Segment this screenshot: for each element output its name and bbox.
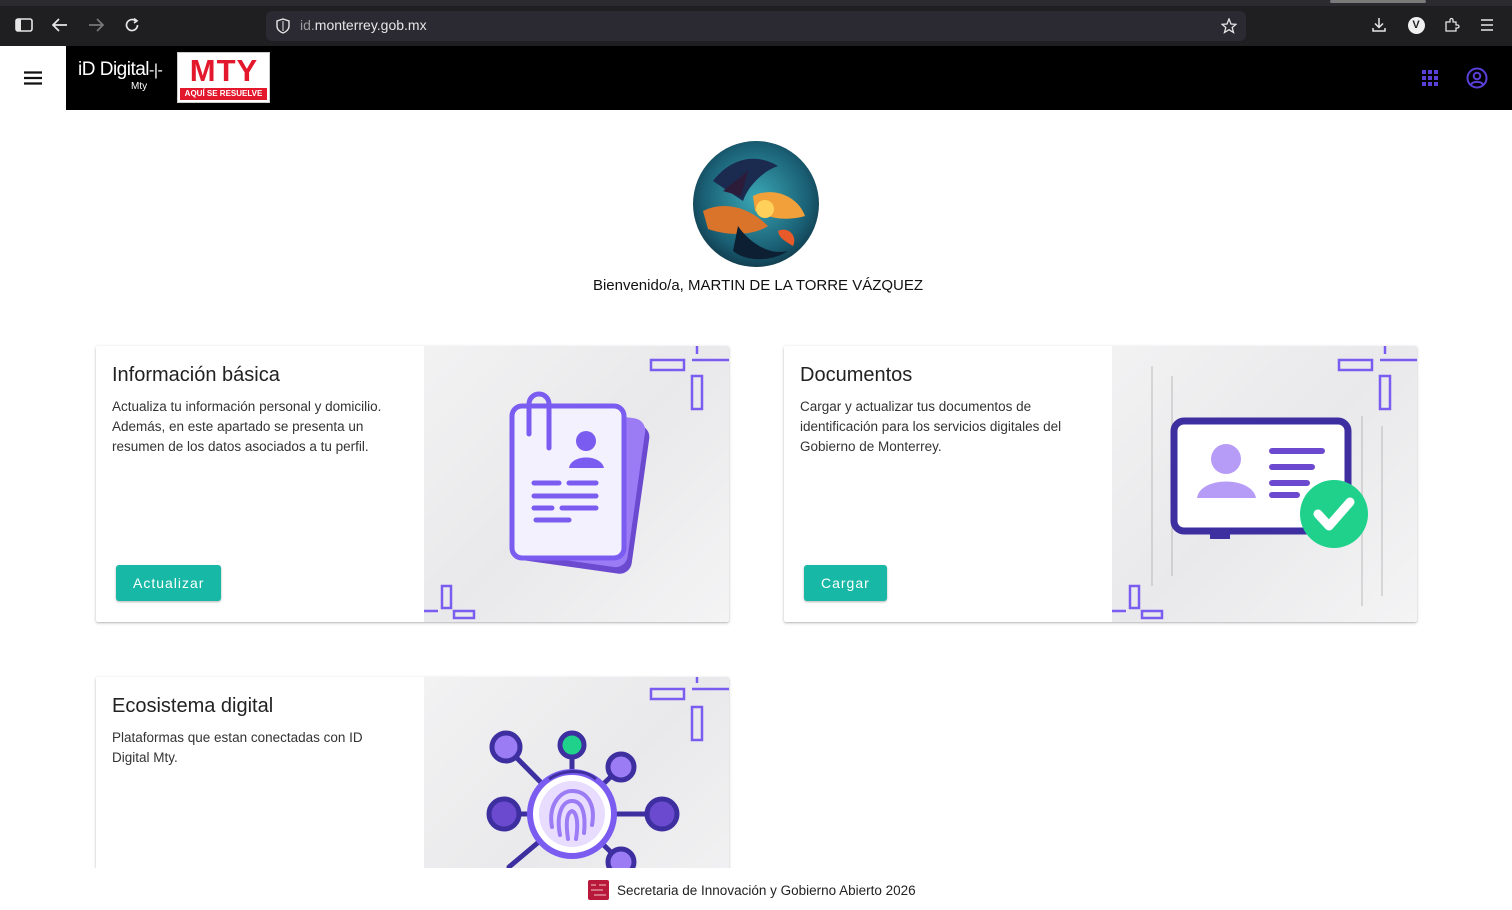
id-card-check-illustration	[1112, 346, 1417, 620]
app-header: iD Digital-|- Mty MTY AQUÍ SE RESUELVE	[0, 46, 1512, 110]
cargar-button[interactable]: Cargar	[804, 565, 887, 601]
card-illustration	[424, 346, 729, 622]
mty-logo-tagline: AQUÍ SE RESUELVE	[180, 88, 267, 100]
footer: Secretaria de Innovación y Gobierno Abie…	[0, 868, 1512, 910]
profile-avatar-icon[interactable]: V	[1405, 14, 1427, 36]
id-digital-logo-text: iD Digital	[78, 59, 150, 80]
back-icon[interactable]	[49, 14, 71, 36]
card-body: Ecosistema digital Plataformas que estan…	[112, 695, 402, 768]
card-description: Actualiza tu información personal y domi…	[112, 399, 382, 454]
sidebar-toggle-icon[interactable]	[13, 14, 35, 36]
card-description: Plataformas que estan conectadas con ID …	[112, 730, 363, 765]
bookmark-star-icon[interactable]	[1218, 15, 1240, 37]
card-title: Ecosistema digital	[112, 695, 274, 717]
card-description: Cargar y actualizar tus documentos de id…	[800, 399, 1062, 454]
mty-logo[interactable]: MTY AQUÍ SE RESUELVE	[177, 52, 270, 103]
card-body: Documentos Cargar y actualizar tus docum…	[800, 364, 1090, 457]
actualizar-button[interactable]: Actualizar	[116, 565, 222, 601]
footer-content: Secretaria de Innovación y Gobierno Abie…	[588, 880, 916, 900]
card-title: Documentos	[800, 364, 913, 386]
reload-icon[interactable]	[121, 14, 143, 36]
avatar-artwork	[693, 141, 819, 267]
mty-logo-word: MTY	[189, 53, 259, 88]
browser-menu-icon[interactable]	[1476, 14, 1498, 36]
card-documentos: Documentos Cargar y actualizar tus docum…	[784, 346, 1417, 622]
id-digital-logo-sub: Mty	[131, 81, 148, 92]
document-profile-illustration	[424, 346, 729, 620]
footer-text: Secretaria de Innovación y Gobierno Abie…	[617, 882, 916, 898]
url-text: id.monterrey.gob.mx	[300, 17, 427, 33]
card-title: Información básica	[112, 364, 280, 386]
card-illustration	[1112, 346, 1417, 622]
url-host: monterrey.gob.mx	[314, 17, 427, 33]
extensions-icon[interactable]	[1441, 14, 1463, 36]
profile-initial: V	[1407, 16, 1425, 34]
welcome-message: Bienvenido/a, MARTIN DE LA TORRE VÁZQUEZ	[592, 277, 924, 294]
apps-grid-icon[interactable]	[1418, 66, 1442, 90]
menu-icon	[24, 71, 42, 85]
menu-button[interactable]	[0, 46, 66, 110]
avatar	[693, 141, 819, 267]
active-tab-indicator	[1330, 0, 1426, 3]
forward-icon[interactable]	[85, 14, 107, 36]
download-icon[interactable]	[1368, 14, 1390, 36]
card-informacion-basica: Información básica Actualiza tu informac…	[96, 346, 729, 622]
id-digital-logo[interactable]: iD Digital-|-	[78, 59, 163, 81]
shield-icon[interactable]	[272, 15, 294, 37]
url-bar[interactable]: id.monterrey.gob.mx	[266, 11, 1246, 41]
account-circle-icon[interactable]	[1465, 66, 1489, 90]
secretaria-logo-icon	[588, 880, 609, 900]
card-body: Información básica Actualiza tu informac…	[112, 364, 402, 457]
plus-glyph: -|-	[149, 62, 163, 79]
browser-toolbar: id.monterrey.gob.mx V	[0, 0, 1512, 46]
url-prefix: id.	[300, 17, 315, 33]
